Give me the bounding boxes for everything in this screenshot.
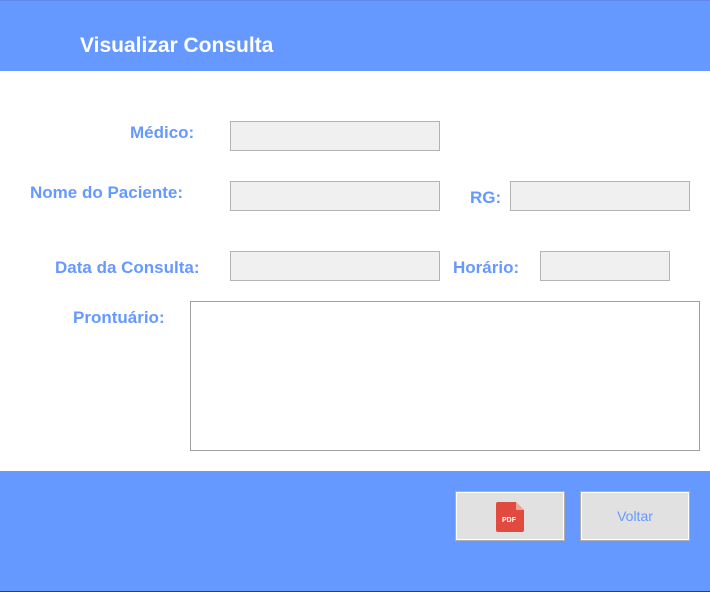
voltar-button[interactable]: Voltar [580, 491, 690, 541]
horario-label: Horário: [453, 258, 520, 277]
footer-bar: PDF Voltar [0, 471, 710, 592]
header-bar: Visualizar Consulta [0, 0, 710, 71]
prontuario-textarea[interactable] [190, 301, 700, 451]
voltar-button-label: Voltar [617, 508, 653, 524]
prontuario-label: Prontuário: [73, 308, 165, 327]
pdf-icon-text: PDF [502, 517, 517, 524]
medico-field[interactable] [230, 121, 440, 151]
data-consulta-field[interactable] [230, 251, 440, 281]
horario-field[interactable] [540, 251, 670, 281]
paciente-field[interactable] [230, 181, 440, 211]
paciente-label: Nome do Paciente: [30, 183, 184, 202]
export-pdf-button[interactable]: PDF [455, 491, 565, 541]
page-title: Visualizar Consulta [80, 34, 274, 57]
rg-label: RG: [470, 188, 502, 207]
pdf-file-icon: PDF [496, 502, 524, 532]
medico-label: Médico: [130, 123, 195, 142]
data-consulta-label: Data da Consulta: [55, 258, 200, 277]
rg-field[interactable] [510, 181, 690, 211]
